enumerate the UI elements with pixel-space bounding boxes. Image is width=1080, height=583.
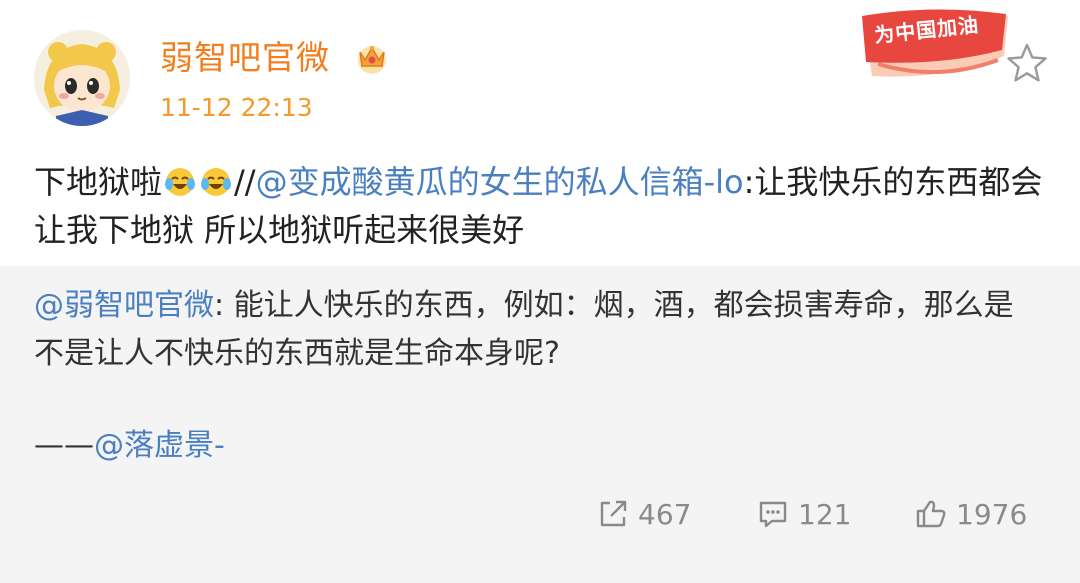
repost-author-mention[interactable]: @弱智吧官微 xyxy=(34,288,214,323)
like-button[interactable]: 1976 xyxy=(914,492,1027,536)
anime-girl-avatar-icon xyxy=(34,30,130,126)
comment-count: 121 xyxy=(798,497,852,531)
crying-laughing-emoji-icon xyxy=(165,168,196,196)
like-count: 1976 xyxy=(956,497,1028,531)
star-icon[interactable] xyxy=(1004,40,1050,86)
signature-mention[interactable]: @落虚景- xyxy=(94,428,225,463)
avatar[interactable] xyxy=(34,30,130,126)
share-icon xyxy=(600,500,627,527)
repost-separator: // xyxy=(234,163,256,201)
share-button[interactable]: 467 xyxy=(596,492,691,536)
post-timestamp: 11-12 22:13 xyxy=(160,93,313,122)
post-text: 下地狱啦 //@变成酸黄瓜的女生的私人信箱-lo:让我快乐的东西都会让我下地狱 … xyxy=(34,158,1044,254)
mention-link[interactable]: @变成酸黄瓜的女生的私人信箱-lo xyxy=(256,163,744,201)
repost-text: @弱智吧官微: 能让人快乐的东西，例如：烟，酒，都会损害寿命，那么是不是让人不快… xyxy=(34,282,1034,378)
comment-button[interactable]: 121 xyxy=(756,492,851,536)
signature-dash: —— xyxy=(34,428,94,463)
repost-signature: ——@落虚景- xyxy=(34,422,225,470)
crown-badge-icon xyxy=(358,46,386,74)
thumbs-up-icon xyxy=(916,500,946,528)
post-header: 弱智吧官微 11-12 22:13 为中国加油 xyxy=(0,0,1080,140)
comment-icon xyxy=(759,501,787,528)
user-name[interactable]: 弱智吧官微 xyxy=(160,36,330,80)
share-count: 467 xyxy=(638,497,692,531)
crying-laughing-emoji-icon xyxy=(201,168,232,196)
action-bar: 467 121 1976 xyxy=(0,492,1080,536)
post-text-lead: 下地狱啦 xyxy=(34,163,163,201)
